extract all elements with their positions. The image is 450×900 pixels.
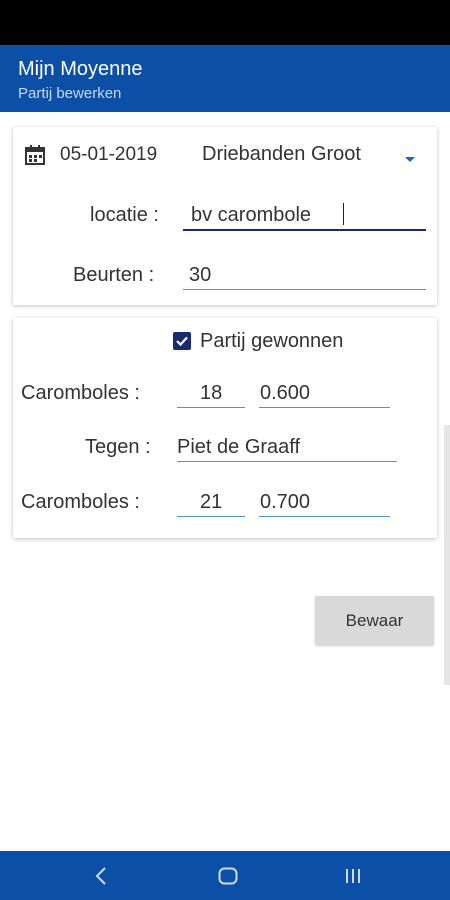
opponent-caroms-input[interactable]: 21 — [200, 491, 222, 514]
location-input[interactable]: bv carombole — [191, 204, 311, 227]
location-underline — [183, 229, 426, 231]
turns-input[interactable]: 30 — [189, 264, 211, 287]
calendar-icon[interactable] — [24, 144, 46, 171]
app-title: Mijn Moyenne — [18, 58, 143, 80]
turns-label: Beurten : — [73, 264, 155, 286]
system-nav-bar — [0, 851, 450, 900]
back-icon[interactable] — [94, 866, 108, 891]
player-average-underline — [259, 407, 390, 408]
app-subtitle: Partij bewerken — [18, 85, 122, 102]
player-caroms-input[interactable]: 18 — [200, 382, 222, 405]
opponent-average-underline — [259, 516, 390, 517]
opponent-input[interactable]: Piet de Graaff — [177, 436, 300, 459]
text-caret — [343, 203, 344, 225]
opponent-caroms-underline — [177, 516, 245, 517]
dropdown-arrow-icon[interactable] — [404, 151, 416, 169]
recents-icon[interactable] — [344, 868, 362, 889]
won-label[interactable]: Partij gewonnen — [200, 330, 343, 353]
location-label: locatie : — [90, 204, 159, 226]
discipline-select[interactable]: Driebanden Groot — [202, 143, 361, 166]
player-caroms-label: Caromboles : — [21, 382, 140, 404]
opponent-average: 0.700 — [260, 491, 311, 513]
player-average: 0.600 — [260, 382, 311, 404]
home-icon[interactable] — [218, 867, 238, 890]
won-checkbox[interactable] — [173, 332, 191, 350]
opponent-caroms-label: Caromboles : — [21, 491, 140, 513]
app-bar: Mijn Moyenne Partij bewerken — [0, 45, 450, 112]
result-card: Partij gewonnen Caromboles : 18 0.600 Te… — [13, 318, 437, 538]
date-field[interactable]: 05-01-2019 — [60, 144, 157, 166]
opponent-underline — [177, 461, 397, 462]
save-button[interactable]: Bewaar — [315, 596, 434, 645]
match-info-card: 05-01-2019 Driebanden Groot locatie : bv… — [13, 127, 437, 305]
turns-underline — [183, 289, 426, 290]
opponent-label: Tegen : — [85, 436, 151, 458]
scrollbar[interactable] — [444, 425, 450, 685]
player-caroms-underline — [177, 407, 245, 408]
status-bar — [0, 0, 450, 45]
